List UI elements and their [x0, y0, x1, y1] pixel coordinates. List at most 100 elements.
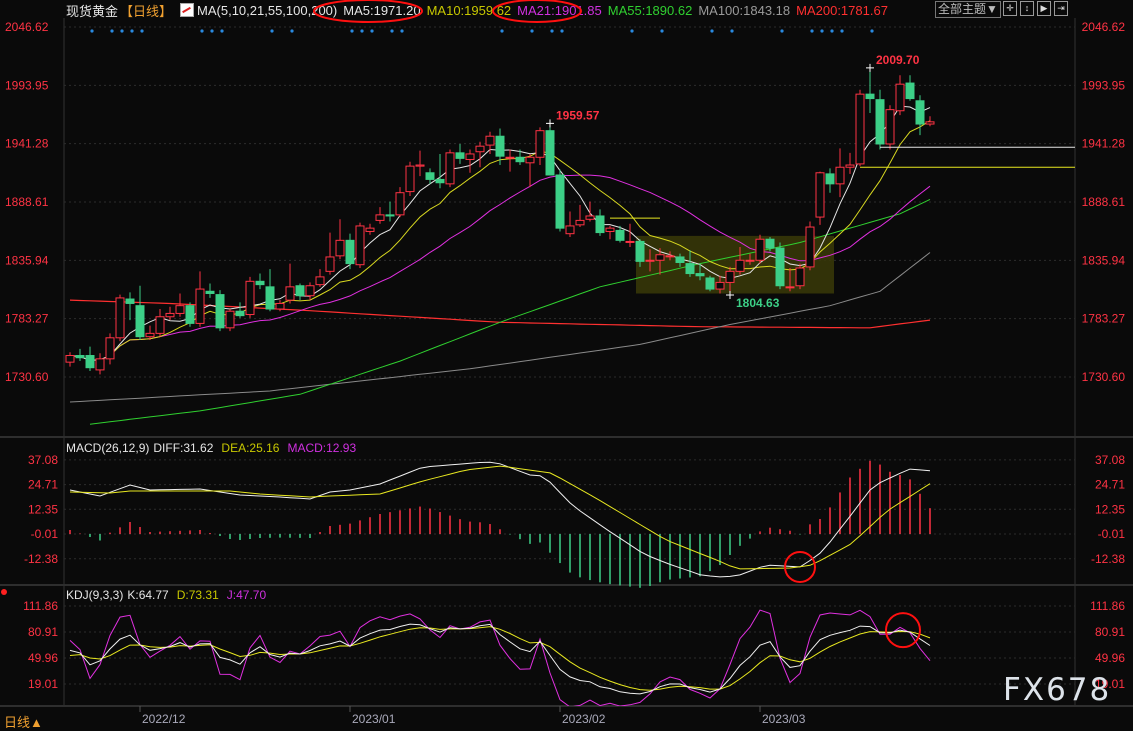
- candle-body: [615, 229, 625, 241]
- candle-body: [665, 255, 675, 258]
- price-tick-label: 1993.95: [1082, 78, 1126, 92]
- candle-body: [855, 93, 865, 165]
- candle-body: [135, 305, 145, 338]
- candle-body: [845, 164, 855, 168]
- kdj-tick-label: 111.86: [23, 599, 58, 613]
- candle: [215, 290, 225, 332]
- candle: [365, 223, 375, 235]
- candle: [305, 282, 315, 301]
- candle: [395, 187, 405, 218]
- watermark-logo: FX678: [1003, 672, 1112, 708]
- price-tick-label: 1730.60: [1082, 370, 1126, 384]
- macd-tick-label: -12.38: [24, 552, 58, 566]
- candle: [435, 153, 445, 189]
- candlestick-chart[interactable]: 2046.62 2046.62 1993.95 1993.95 1941.28 1941.…: [0, 0, 1133, 727]
- signal-marker: [630, 29, 634, 33]
- kdj-tick-label: 19.01: [28, 677, 58, 691]
- candle: [445, 149, 455, 188]
- candle-body: [925, 121, 935, 125]
- candle-body: [595, 215, 605, 234]
- signal-marker: [660, 29, 664, 33]
- candle-body: [335, 239, 345, 257]
- candle: [265, 269, 275, 312]
- kdj-j-line: [69, 609, 931, 706]
- candle-body: [245, 280, 255, 316]
- candle: [475, 141, 485, 168]
- candle-body: [175, 305, 185, 314]
- candle: [755, 234, 765, 264]
- candle: [175, 293, 185, 317]
- candle-body: [805, 226, 815, 268]
- signal-marker: [220, 29, 224, 33]
- signal-marker: [140, 29, 144, 33]
- candle-body: [225, 310, 235, 329]
- kdj-tick-label: 80.91: [28, 625, 58, 639]
- candle-body: [375, 214, 385, 221]
- signal-marker: [270, 29, 274, 33]
- candle: [835, 148, 845, 198]
- signal-marker: [870, 29, 874, 33]
- candle-body: [395, 192, 405, 216]
- candle: [585, 201, 595, 222]
- candle: [905, 75, 915, 101]
- signal-marker: [730, 29, 734, 33]
- candle-body: [685, 263, 695, 275]
- candle: [455, 143, 465, 164]
- candle-body: [365, 227, 375, 232]
- candle: [705, 275, 715, 292]
- candle-body: [445, 152, 455, 185]
- candle: [535, 127, 545, 166]
- candle-body: [785, 286, 795, 289]
- candle-body: [835, 166, 845, 185]
- candle-body: [475, 145, 485, 153]
- candle: [505, 149, 515, 172]
- price-tick-label: 2046.62: [5, 20, 49, 34]
- macd-tick-label: 24.71: [1095, 478, 1125, 492]
- signal-marker: [500, 29, 504, 33]
- candle: [245, 276, 255, 318]
- signal-marker: [370, 29, 374, 33]
- signal-marker: [400, 29, 404, 33]
- candle-body: [95, 358, 105, 371]
- candle: [375, 207, 385, 224]
- price-extreme-label: 1959.57: [556, 108, 600, 122]
- candle: [325, 232, 335, 275]
- candle-body: [125, 298, 135, 304]
- x-tick-label: 2023/03: [762, 712, 806, 726]
- candle: [125, 292, 135, 321]
- candle-body: [495, 135, 505, 157]
- candle-body: [675, 256, 685, 263]
- candle-body: [605, 227, 615, 232]
- candle-body: [505, 156, 515, 159]
- candle: [595, 209, 605, 236]
- candle-body: [65, 355, 75, 363]
- candle-body: [295, 285, 305, 297]
- candle-body: [875, 99, 885, 145]
- kdj-tick-label: 49.96: [1095, 651, 1125, 665]
- signal-marker: [560, 29, 564, 33]
- candle-body: [405, 165, 415, 193]
- price-tick-label: 1835.94: [5, 253, 49, 267]
- macd-tick-label: -12.38: [1091, 552, 1125, 566]
- candle: [605, 225, 615, 240]
- price-tick-label: 1783.27: [5, 312, 49, 326]
- candle-body: [355, 225, 365, 266]
- candle: [205, 283, 215, 298]
- candle: [845, 152, 855, 174]
- candle-body: [215, 294, 225, 329]
- candle: [195, 271, 205, 327]
- signal-marker: [840, 29, 844, 33]
- candle: [385, 201, 395, 222]
- candle-body: [435, 178, 445, 184]
- period-switch[interactable]: 日线▲: [4, 712, 43, 731]
- signal-marker: [210, 29, 214, 33]
- candle: [115, 294, 125, 342]
- candle: [895, 75, 905, 116]
- price-extreme-label: 2009.70: [876, 53, 920, 67]
- candle: [165, 306, 175, 321]
- price-tick-label: 2046.62: [1082, 20, 1126, 34]
- candle: [255, 273, 265, 290]
- annotation-ellipse-ma21: [492, 0, 582, 23]
- macd-tick-label: 37.08: [28, 453, 58, 467]
- candle-body: [425, 172, 435, 180]
